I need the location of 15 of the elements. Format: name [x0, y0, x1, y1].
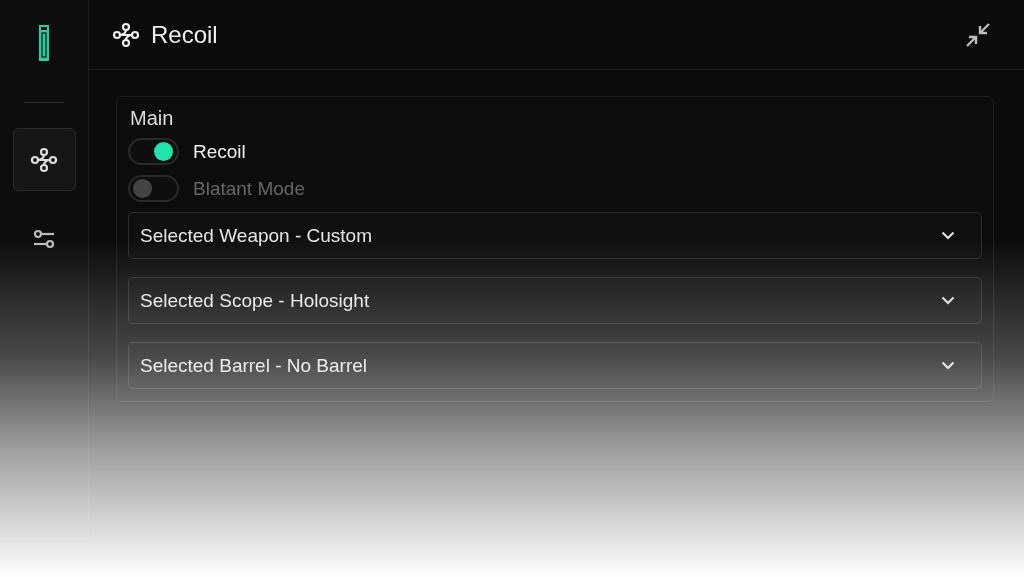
toggle-label: Recoil: [193, 140, 246, 163]
chevron-down-icon: [941, 361, 955, 370]
dropdown[interactable]: Selected Barrel - No Barrel: [128, 342, 982, 389]
toggle-switch[interactable]: [128, 138, 179, 165]
chevron-down-icon: [941, 296, 955, 305]
page-title: Recoil: [151, 20, 219, 49]
toggle-switch[interactable]: [128, 175, 179, 202]
logo-icon: [38, 24, 50, 62]
dropdown[interactable]: Selected Weapon - Custom: [128, 212, 982, 259]
toggle-label: Blatant Mode: [193, 177, 305, 200]
collapse-button[interactable]: [964, 20, 992, 49]
chevron-down-icon: [941, 231, 955, 240]
section-title: Main: [130, 107, 175, 130]
dropdown[interactable]: Selected Scope - Holosight: [128, 277, 982, 324]
sidebar-item[interactable]: [12, 128, 76, 191]
